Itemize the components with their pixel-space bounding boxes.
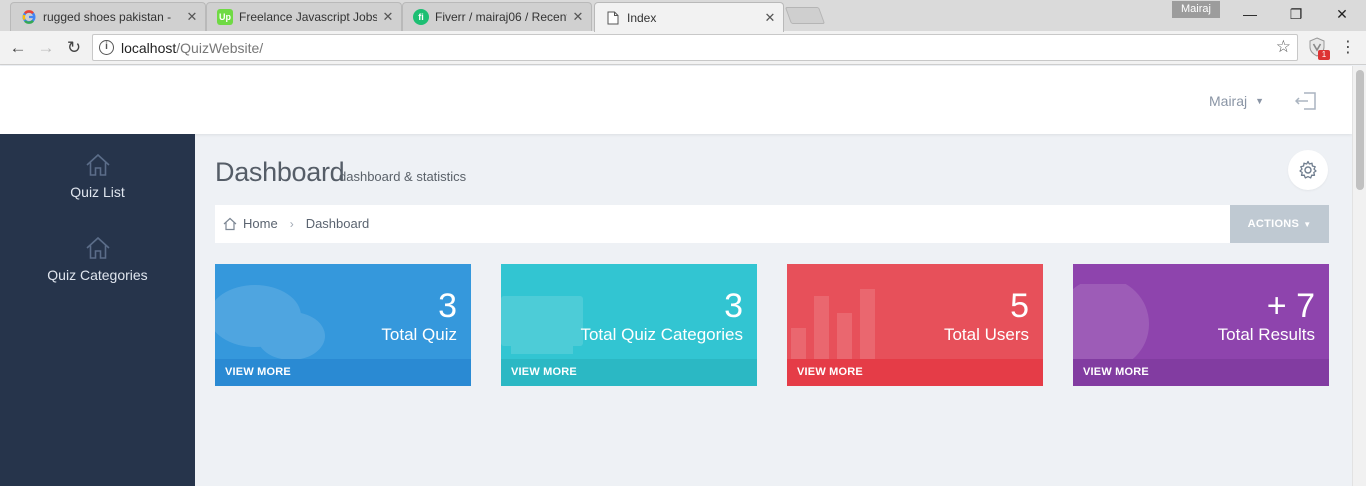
sidebar-item-quiz-list[interactable]: Quiz List [0, 152, 195, 200]
stat-tile-total-results[interactable]: + 7 Total Results VIEW MORE [1073, 264, 1329, 386]
tab-title: Index [627, 10, 657, 25]
info-icon[interactable]: i [99, 40, 114, 55]
new-tab-button[interactable] [784, 7, 826, 24]
page-title: Dashboard [215, 157, 345, 187]
sidebar: Quiz List Quiz Categories [0, 134, 195, 486]
fiverr-icon: fi [413, 9, 429, 25]
web-page: Mairaj ▼ Quiz List Quiz Categories Dashb… [0, 66, 1352, 486]
page-icon [605, 10, 621, 26]
stat-tile-total-quiz-categories[interactable]: 3 Total Quiz Categories VIEW MORE [501, 264, 757, 386]
close-tab-icon[interactable]: ✕ [185, 9, 199, 25]
page-subtitle: dashboard & statistics [339, 169, 467, 184]
url-host: localhost [121, 40, 177, 56]
view-more-link[interactable]: VIEW MORE [1073, 359, 1329, 386]
user-menu[interactable]: Mairaj ▼ [1209, 93, 1264, 109]
stat-label: Total Quiz Categories [580, 325, 743, 344]
browser-tab-1[interactable]: Up Freelance Javascript Jobs ✕ [206, 2, 402, 31]
browser-tab-2[interactable]: fi Fiverr / mairaj06 / Recent ✕ [402, 2, 592, 31]
browser-tab-strip: rugged shoes pakistan - ✕ Up Freelance J… [0, 0, 1366, 32]
browser-tab-3[interactable]: Index ✕ [594, 2, 784, 32]
browser-tab-0[interactable]: rugged shoes pakistan - ✕ [10, 2, 206, 31]
actions-button[interactable]: ACTIONS ▼ [1230, 205, 1329, 243]
stat-value: + 7 [1266, 287, 1315, 325]
sidebar-item-label: Quiz List [70, 184, 125, 200]
chevron-down-icon: ▼ [1303, 220, 1312, 229]
browser-toolbar: ← → ↻ i localhost/QuizWebsite/ ☆ 1 ⋮ [0, 31, 1366, 65]
reload-icon[interactable]: ↻ [62, 36, 86, 60]
actions-label: ACTIONS [1247, 218, 1300, 230]
settings-button[interactable] [1288, 150, 1328, 190]
stat-label: Total Quiz [381, 325, 457, 344]
username-label: Mairaj [1209, 93, 1248, 109]
stat-tile-total-users[interactable]: 5 Total Users VIEW MORE [787, 264, 1043, 386]
close-tab-icon[interactable]: ✕ [763, 10, 777, 26]
breadcrumb-current: Dashboard [305, 216, 370, 231]
gear-icon [1299, 160, 1317, 179]
breadcrumb-home-link[interactable]: Home [243, 216, 278, 231]
tab-title: rugged shoes pakistan - [43, 10, 172, 24]
stat-value: 5 [1010, 287, 1029, 325]
forward-icon[interactable]: → [34, 36, 58, 60]
tab-title: Freelance Javascript Jobs [239, 10, 377, 24]
browser-menu-icon[interactable]: ⋮ [1340, 37, 1356, 59]
bookmark-star-icon[interactable]: ☆ [1276, 37, 1291, 57]
breadcrumb: Home › Dashboard [223, 216, 369, 231]
view-more-link[interactable]: VIEW MORE [215, 359, 471, 386]
view-more-link[interactable]: VIEW MORE [787, 359, 1043, 386]
stat-label: Total Results [1217, 325, 1315, 344]
google-icon [21, 9, 37, 25]
stat-tile-total-quiz[interactable]: 3 Total Quiz VIEW MORE [215, 264, 471, 386]
minimize-icon[interactable]: — [1227, 2, 1273, 26]
scrollbar-thumb[interactable] [1356, 70, 1364, 190]
page-scrollbar[interactable] [1352, 66, 1366, 486]
address-bar[interactable]: i localhost/QuizWebsite/ ☆ [92, 34, 1298, 61]
extension-badge: 1 [1318, 50, 1330, 60]
back-icon[interactable]: ← [6, 36, 30, 60]
chevron-right-icon: › [289, 216, 294, 231]
profile-chip[interactable]: Mairaj [1172, 1, 1220, 18]
home-icon [85, 236, 110, 259]
upwork-icon: Up [217, 9, 233, 25]
url-path: /QuizWebsite/ [176, 40, 264, 56]
sidebar-item-quiz-categories[interactable]: Quiz Categories [0, 235, 195, 283]
close-window-icon[interactable]: ✕ [1319, 2, 1365, 26]
breadcrumb-bar: Home › Dashboard ACTIONS ▼ [215, 205, 1329, 243]
stat-value: 3 [724, 287, 743, 325]
close-tab-icon[interactable]: ✕ [381, 9, 395, 25]
logout-icon[interactable] [1295, 91, 1317, 111]
address-url[interactable]: localhost/QuizWebsite/ [121, 40, 263, 56]
home-icon [85, 153, 110, 176]
tab-title: Fiverr / mairaj06 / Recent [435, 10, 567, 24]
chevron-down-icon: ▼ [1255, 96, 1265, 106]
home-icon [223, 217, 237, 230]
close-tab-icon[interactable]: ✕ [571, 9, 585, 25]
restore-icon[interactable]: ❐ [1273, 2, 1319, 26]
sidebar-item-label: Quiz Categories [47, 267, 148, 283]
stat-label: Total Users [943, 325, 1029, 344]
stat-value: 3 [438, 287, 457, 325]
view-more-link[interactable]: VIEW MORE [501, 359, 757, 386]
page-header: Mairaj ▼ [0, 66, 1352, 134]
